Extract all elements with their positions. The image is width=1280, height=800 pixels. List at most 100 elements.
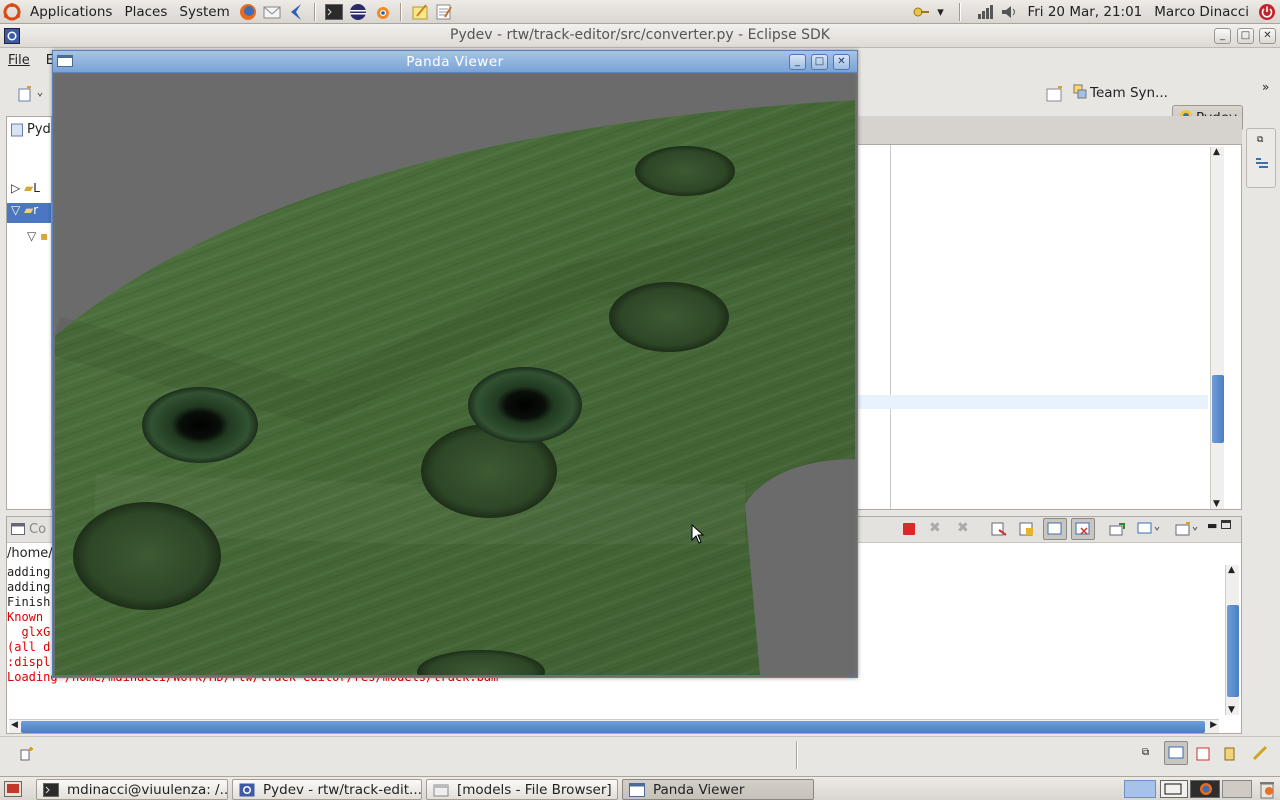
- text-editor-launcher-icon[interactable]: [409, 2, 431, 22]
- restore-view-icon[interactable]: ⧉: [1142, 747, 1149, 758]
- panda-maximize-button[interactable]: □: [811, 54, 828, 70]
- status-bar: ⧉: [0, 736, 1280, 774]
- console-icon: [11, 523, 25, 539]
- trash-icon[interactable]: [1258, 779, 1276, 800]
- track-scene: [55, 74, 855, 675]
- outline-icon[interactable]: [1255, 157, 1269, 175]
- tree-item-r[interactable]: ▽ ▰r: [7, 203, 51, 223]
- shell-1: [635, 146, 735, 196]
- tree-subitem[interactable]: ▽ ▪: [27, 229, 48, 243]
- task-panda-viewer-label: Panda Viewer: [653, 781, 745, 798]
- workspace-3[interactable]: [1190, 780, 1220, 798]
- task-panda-viewer[interactable]: Panda Viewer: [622, 779, 814, 800]
- tree-item-l-label: L: [33, 181, 40, 195]
- shell-2: [609, 282, 729, 352]
- scroll-lock-icon[interactable]: [1019, 522, 1035, 540]
- scroll-up-icon[interactable]: ▲: [1213, 147, 1220, 157]
- eclipse-titlebar[interactable]: Pydev - rtw/track-editor/src/converter.p…: [0, 24, 1280, 48]
- package-explorer-title[interactable]: Pyd: [27, 122, 51, 137]
- task-terminal[interactable]: mdinacci@viuulenza: /...: [36, 779, 228, 800]
- chevron-down-icon[interactable]: ▾: [934, 2, 946, 22]
- panda-close-button[interactable]: ✕: [833, 54, 850, 70]
- remove-all-icon[interactable]: ✖: [957, 520, 969, 536]
- scroll-up-icon[interactable]: ▲: [1228, 565, 1235, 575]
- workspace-2[interactable]: [1160, 780, 1188, 798]
- network-signal-icon[interactable]: [974, 2, 996, 22]
- editor-margin-line: [890, 145, 891, 509]
- workspace-4[interactable]: [1222, 780, 1252, 798]
- minimize-button[interactable]: _: [1214, 28, 1231, 44]
- panda-viewer-icon: [629, 782, 645, 797]
- notes-launcher-icon[interactable]: [433, 2, 455, 22]
- console-hscroll-thumb[interactable]: [21, 721, 1205, 733]
- tree-item-l[interactable]: ▷ ▰L: [11, 181, 40, 195]
- firefox-launcher-icon[interactable]: [237, 2, 259, 22]
- file-browser-icon: [433, 783, 449, 797]
- show-on-output-icon[interactable]: [1043, 518, 1067, 540]
- editor-view[interactable]: ▲ ▼: [858, 144, 1242, 510]
- folder-icon: ▰: [24, 181, 34, 195]
- current-line-highlight: [858, 395, 1208, 409]
- team-sync-label: Team Syn...: [1090, 85, 1168, 101]
- console-scroll-thumb[interactable]: [1227, 605, 1239, 697]
- menu-file[interactable]: File: [4, 53, 34, 68]
- user-name[interactable]: Marco Dinacci: [1154, 4, 1249, 20]
- open-console-icon[interactable]: [1175, 521, 1201, 540]
- panda-titlebar[interactable]: Panda Viewer _ □ ✕: [53, 51, 857, 73]
- scroll-down-icon[interactable]: ▼: [1213, 499, 1220, 509]
- restore-icon[interactable]: ⧉: [1257, 135, 1263, 145]
- editor-scroll-thumb[interactable]: [1212, 375, 1224, 443]
- eclipse-sphere-icon[interactable]: [347, 2, 369, 22]
- system-menu[interactable]: System: [173, 4, 235, 20]
- task-file-browser[interactable]: [models - File Browser]: [426, 779, 618, 800]
- scroll-right-icon[interactable]: ▶: [1210, 720, 1217, 730]
- close-button[interactable]: ✕: [1259, 28, 1276, 44]
- view-icon: [11, 123, 23, 141]
- eclipse-launcher-icon[interactable]: [285, 2, 307, 22]
- console-minimize-controls[interactable]: ▬: [1207, 519, 1231, 532]
- pin-console-icon[interactable]: [1109, 522, 1125, 540]
- show-desktop-icon[interactable]: [4, 781, 22, 800]
- perspective-team-sync[interactable]: Team Syn...: [1072, 80, 1168, 106]
- terminate-icon[interactable]: [903, 523, 915, 539]
- package-explorer-view: Pyd ▷ ▰L ▽ ▰r ▽ ▪: [6, 116, 52, 510]
- fast-view-icon[interactable]: [20, 747, 36, 765]
- new-wizard-icon[interactable]: [18, 85, 44, 106]
- remove-launch-icon[interactable]: ✖: [929, 520, 941, 536]
- console-vscrollbar[interactable]: ▲ ▼: [1225, 565, 1239, 715]
- ubuntu-logo-icon[interactable]: [1, 2, 23, 22]
- volume-icon[interactable]: [998, 2, 1020, 22]
- display-console-icon[interactable]: [1137, 522, 1163, 540]
- terminal-launcher-icon[interactable]: [323, 2, 345, 22]
- maximize-button[interactable]: □: [1237, 28, 1254, 44]
- scroll-left-icon[interactable]: ◀: [11, 720, 18, 730]
- show-on-error-icon[interactable]: [1071, 518, 1095, 540]
- open-perspective-icon[interactable]: [1046, 85, 1064, 106]
- blender-launcher-icon[interactable]: [371, 2, 393, 22]
- mail-launcher-icon[interactable]: [261, 2, 283, 22]
- console-fastview-icon[interactable]: [1164, 741, 1188, 765]
- panda-minimize-button[interactable]: _: [789, 54, 806, 70]
- places-menu[interactable]: Places: [118, 4, 173, 20]
- bottom-panel: mdinacci@viuulenza: /... Pydev - rtw/tra…: [0, 776, 1280, 800]
- problems-icon[interactable]: [1224, 747, 1238, 765]
- applications-menu[interactable]: Applications: [24, 4, 118, 20]
- mouse-cursor-icon: [691, 523, 705, 548]
- console-title[interactable]: Co: [29, 522, 46, 537]
- keyring-icon[interactable]: [910, 2, 932, 22]
- clear-console-icon[interactable]: [991, 522, 1007, 540]
- 3d-viewport[interactable]: [55, 74, 855, 675]
- eclipse-icon: [239, 783, 255, 797]
- shutdown-icon[interactable]: [1256, 2, 1278, 22]
- workspace-switcher[interactable]: [1124, 780, 1156, 798]
- eye-2: [468, 367, 582, 443]
- tasks-icon[interactable]: [1196, 747, 1210, 765]
- task-eclipse[interactable]: Pydev - rtw/track-edit...: [232, 779, 422, 800]
- eclipse-window-title: Pydev - rtw/track-editor/src/converter.p…: [450, 27, 830, 43]
- hierarchy-icon[interactable]: [1252, 745, 1268, 765]
- more-perspectives-icon[interactable]: »: [1262, 80, 1269, 94]
- scroll-down-icon[interactable]: ▼: [1228, 705, 1235, 715]
- console-hscrollbar[interactable]: ◀ ▶: [9, 719, 1219, 733]
- editor-scrollbar[interactable]: ▲ ▼: [1210, 147, 1224, 509]
- clock[interactable]: Fri 20 Mar, 21:01: [1027, 4, 1142, 20]
